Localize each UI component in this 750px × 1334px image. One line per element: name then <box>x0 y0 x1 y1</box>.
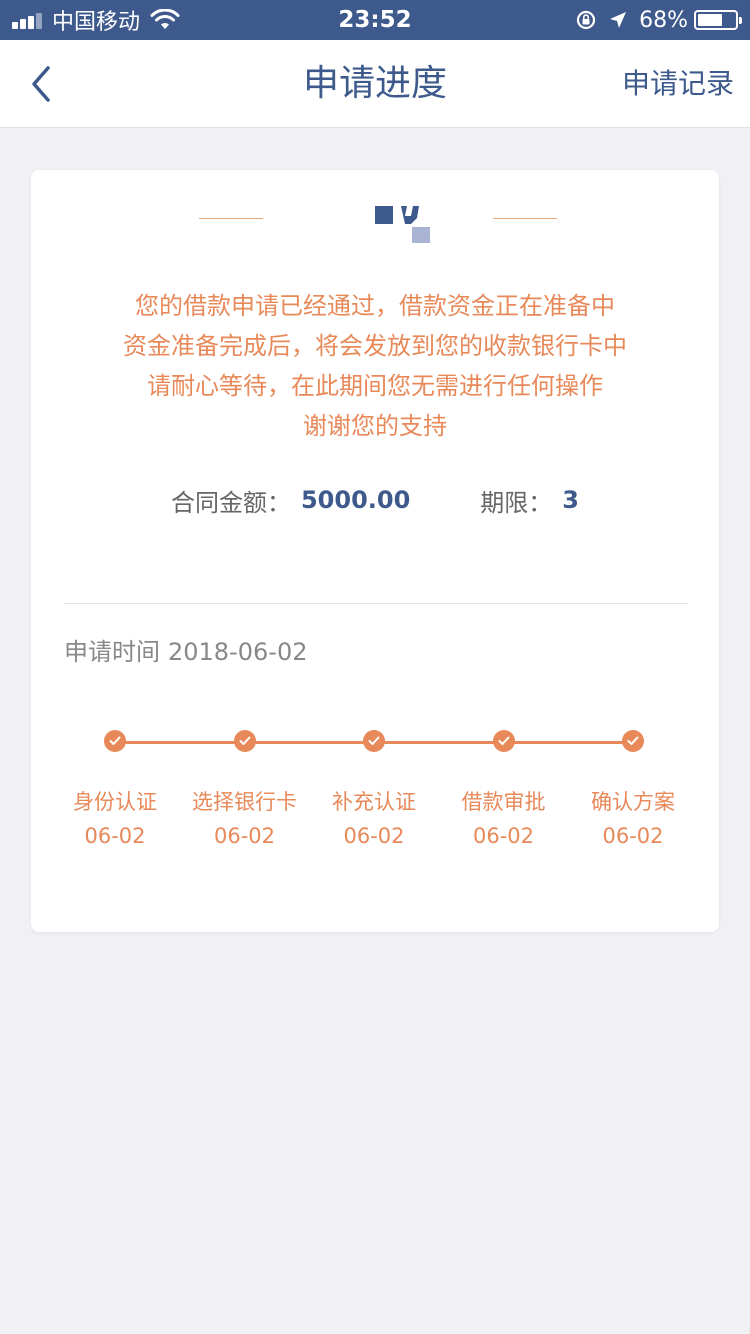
check-icon <box>363 730 385 752</box>
battery-icon <box>694 10 742 30</box>
check-icon <box>622 730 644 752</box>
step-date: 06-02 <box>472 824 535 848</box>
progress-step: 确认方案 06-02 <box>568 730 698 848</box>
card-header-decoration <box>31 170 719 250</box>
step-date: 06-02 <box>213 824 276 848</box>
step-date: 06-02 <box>84 824 146 848</box>
decoration-line-right <box>493 218 557 219</box>
progress-step: 补充认证 06-02 <box>309 730 439 848</box>
apply-time-value: 2018-06-02 <box>168 638 308 666</box>
apply-time: 申请时间 2018-06-02 <box>64 632 307 667</box>
battery-fill <box>698 14 723 26</box>
orientation-lock-icon <box>576 10 596 30</box>
progress-step: 选择银行卡 06-02 <box>180 730 310 848</box>
page-title: 申请进度 <box>302 63 447 104</box>
contract-summary: 合同金额： 5000.00 期限： 3 <box>31 480 719 520</box>
step-name: 选择银行卡 <box>192 790 297 814</box>
step-date: 06-02 <box>343 824 405 848</box>
check-icon <box>104 730 126 752</box>
progress-steps: 身份认证 06-02 选择银行卡 06-02 补充认证 06-02 借款审批 06-02 确认方… <box>31 730 719 850</box>
term-label: 期限： <box>480 488 553 517</box>
apply-time-label: 申请时间 <box>64 638 160 666</box>
contract-amount-label: 合同金额： <box>170 488 291 517</box>
status-badge-icon <box>375 206 430 243</box>
status-right: 68% <box>575 0 742 40</box>
step-name: 确认方案 <box>591 790 675 814</box>
location-icon <box>610 12 627 28</box>
approval-notice: 您的借款申请已经通过，借款资金正在准备中 资金准备完成后，将会发放到您的收款银行… <box>31 286 719 446</box>
back-button[interactable] <box>28 62 68 106</box>
progress-card: 您的借款申请已经通过，借款资金正在准备中 资金准备完成后，将会发放到您的收款银行… <box>31 170 719 932</box>
nav-bar: 申请进度 申请记录 <box>0 40 750 128</box>
check-icon <box>492 730 515 752</box>
notice-line: 您的借款申请已经通过，借款资金正在准备中 <box>135 292 615 320</box>
notice-line: 谢谢您的支持 <box>303 412 447 440</box>
notice-line: 资金准备完成后，将会发放到您的收款银行卡中 <box>123 332 627 360</box>
decoration-line-left <box>199 218 263 219</box>
term-value: 3 <box>562 486 579 514</box>
chevron-left-icon <box>32 66 50 102</box>
step-name: 补充认证 <box>332 790 416 814</box>
progress-step: 身份认证 06-02 <box>50 730 180 848</box>
battery-percent: 68% <box>639 7 688 33</box>
progress-step: 借款审批 06-02 <box>439 730 569 848</box>
check-icon <box>233 730 256 752</box>
contract-amount-value: 5000.00 <box>300 486 411 514</box>
step-name: 身份认证 <box>73 790 157 814</box>
notice-line: 请耐心等待，在此期间您无需进行任何操作 <box>147 372 603 400</box>
step-name: 借款审批 <box>461 790 546 814</box>
status-bar: 中国移动 23:52 68% <box>0 0 750 40</box>
divider <box>64 603 688 604</box>
step-date: 06-02 <box>602 824 664 848</box>
application-records-link[interactable]: 申请记录 <box>622 40 734 128</box>
